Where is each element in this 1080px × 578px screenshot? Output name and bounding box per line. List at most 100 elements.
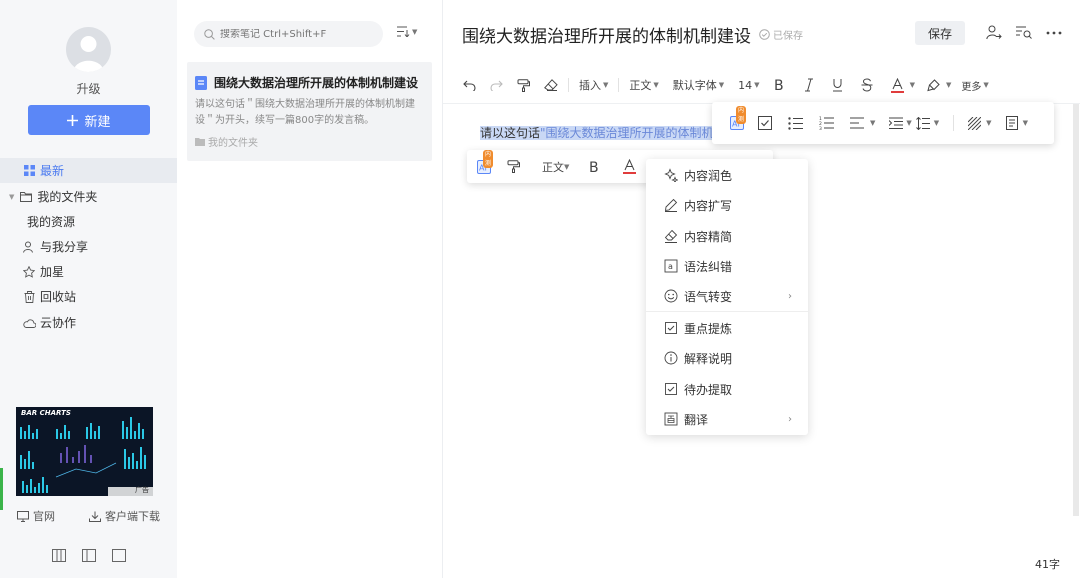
feedback-tab[interactable] [0, 468, 3, 510]
menu-divider [646, 311, 808, 312]
download-label: 客户端下载 [105, 510, 160, 523]
menu-item-polish[interactable]: 内容润色 [646, 160, 808, 190]
chevron-down-icon: ▼ [986, 119, 992, 127]
chevron-down-icon: ▼ [933, 119, 940, 127]
font-size-dropdown[interactable]: 14 ▼ [738, 73, 759, 97]
font-family-label: 默认字体 [672, 79, 717, 92]
menu-item-expand[interactable]: 内容扩写 [646, 190, 808, 220]
indent-icon[interactable]: ▼ [889, 111, 912, 135]
editor-toolbar: 插入 ▼ 正文 ▼ 默认字体 ▼ 14 ▼ B ▼ ▼ 更多 ▼ [463, 72, 1063, 98]
single-column-layout-icon[interactable] [112, 549, 126, 562]
document-body-text[interactable]: 请以这句话"围绕大数据治理所开展的体制机 [480, 125, 714, 141]
hatch-style-icon[interactable]: ▼ [968, 111, 992, 135]
font-size-label: 14 [738, 78, 753, 92]
chevron-right-icon: › [788, 413, 792, 425]
bold-icon[interactable]: B [774, 73, 786, 97]
clear-format-icon[interactable] [544, 73, 558, 97]
insert-label: 插入 [579, 79, 601, 92]
font-color-icon[interactable]: ▼ [890, 73, 915, 97]
bold-icon[interactable]: B [589, 155, 601, 179]
paragraph-style-dropdown[interactable]: 正文 ▼ [629, 73, 658, 97]
ad-banner[interactable]: BAR CHARTS 广告 [16, 407, 153, 496]
ai-assistant-button[interactable]: AI 内测 [728, 106, 747, 135]
two-column-layout-icon[interactable] [82, 549, 96, 562]
format-painter-icon[interactable] [517, 73, 530, 97]
page-style-icon[interactable]: ▼ [1005, 111, 1028, 135]
font-color-icon[interactable] [623, 155, 637, 179]
undo-icon[interactable] [463, 73, 476, 97]
upgrade-link[interactable]: 升级 [0, 80, 177, 97]
search-box[interactable] [194, 21, 383, 47]
menu-item-tone[interactable]: 语气转变 › [646, 281, 808, 311]
pen-icon [664, 198, 678, 212]
redo-icon[interactable] [490, 73, 503, 97]
new-button[interactable]: 新建 [28, 105, 150, 135]
italic-icon[interactable] [804, 73, 814, 97]
three-column-layout-icon[interactable] [52, 549, 66, 562]
more-options-icon[interactable] [1046, 31, 1062, 35]
underline-icon[interactable] [832, 73, 843, 97]
paragraph-style-dropdown[interactable]: 正文 ▼ [542, 155, 569, 179]
document-title-row: 围绕大数据治理所开展的体制机制建设 已保存 [462, 22, 803, 47]
align-icon[interactable]: ▼ [850, 111, 875, 135]
insert-dropdown[interactable]: 插入 ▼ [579, 73, 608, 97]
bullet-list-icon[interactable] [788, 111, 803, 135]
search-icon [204, 28, 215, 40]
sidebar-item-label: 加星 [40, 265, 65, 279]
checkbox-icon[interactable] [758, 111, 772, 135]
check-circle-icon [759, 29, 770, 40]
toolbar-divider [618, 78, 620, 92]
menu-item-explain[interactable]: 解释说明 [646, 343, 808, 373]
note-list-item[interactable]: 围绕大数据治理所开展的体制机制建设 请以这句话＂围绕大数据治理所开展的体制机制建… [187, 62, 432, 161]
sidebar-item-label: 我的文件夹 [37, 190, 98, 204]
ai-assistant-button[interactable]: AI 内测 [475, 149, 494, 179]
sidebar-item-starred[interactable]: 加星 [0, 259, 177, 284]
website-label: 官网 [33, 510, 55, 523]
outline-search-icon[interactable] [1016, 26, 1032, 39]
note-item-snippet: 请以这句话＂围绕大数据治理所开展的体制机制建设＂为开头，续写一篇800字的发言稿… [195, 99, 415, 126]
menu-item-label: 内容润色 [684, 168, 733, 183]
highlight-icon[interactable]: ▼ [927, 73, 951, 97]
expand-caret-icon: ▼ [9, 192, 15, 201]
app-window: 升级 新建 最新 ▼ 我的文件夹 我的资源 与我分享 加星 回收站 云协作 BA… [0, 0, 1080, 578]
translate-icon [664, 412, 678, 426]
numbered-list-icon[interactable]: 123 [819, 111, 834, 135]
chevron-down-icon: ▼ [754, 81, 760, 89]
document-title[interactable]: 围绕大数据治理所开展的体制机制建设 [462, 22, 751, 47]
search-input[interactable] [220, 28, 370, 40]
sidebar-item-latest[interactable]: 最新 [0, 158, 177, 183]
download-link[interactable]: 客户端下载 [89, 508, 160, 524]
sidebar-item-label: 最新 [40, 164, 65, 178]
menu-item-key-points[interactable]: 重点提炼 [646, 313, 808, 343]
sort-icon [397, 26, 410, 37]
sidebar-item-cloud[interactable]: 云协作 [0, 310, 177, 335]
sidebar-item-shared[interactable]: 与我分享 [0, 234, 177, 259]
grid-icon [22, 164, 36, 178]
line-spacing-icon[interactable]: ▼ [915, 111, 940, 135]
menu-item-translate[interactable]: 翻译 › [646, 404, 808, 434]
website-link[interactable]: 官网 [17, 508, 55, 524]
chevron-down-icon: ▼ [906, 119, 912, 127]
more-dropdown[interactable]: 更多 ▼ [961, 73, 988, 97]
sort-button[interactable]: ▼ [397, 26, 417, 37]
menu-item-label: 内容扩写 [684, 198, 733, 213]
menu-item-simplify[interactable]: 内容精简 [646, 221, 808, 251]
menu-item-todo[interactable]: 待办提取 [646, 374, 808, 404]
word-count: 41字 [1035, 558, 1060, 571]
font-family-dropdown[interactable]: 默认字体 ▼ [673, 73, 724, 97]
sidebar-item-my-resources[interactable]: 我的资源 [0, 209, 177, 234]
menu-item-label: 语法纠错 [684, 259, 733, 274]
chevron-down-icon: ▼ [983, 81, 989, 89]
save-button[interactable]: 保存 [915, 21, 965, 45]
sidebar-item-trash[interactable]: 回收站 [0, 284, 177, 309]
format-painter-icon[interactable] [507, 155, 520, 179]
avatar[interactable] [66, 27, 111, 72]
menu-item-grammar[interactable]: a 语法纠错 [646, 251, 808, 281]
strikethrough-icon[interactable] [861, 73, 873, 97]
ad-close-label[interactable]: 广告 [135, 485, 149, 495]
editor-panel: 围绕大数据治理所开展的体制机制建设 已保存 保存 插入 ▼ 正文 ▼ 默认字体 ▼ 1… [443, 0, 1080, 578]
share-icon[interactable] [986, 25, 1002, 40]
vertical-scrollbar[interactable] [1073, 104, 1079, 516]
sidebar-item-my-folder[interactable]: ▼ 我的文件夹 [0, 184, 177, 209]
chevron-right-icon: › [788, 290, 792, 302]
